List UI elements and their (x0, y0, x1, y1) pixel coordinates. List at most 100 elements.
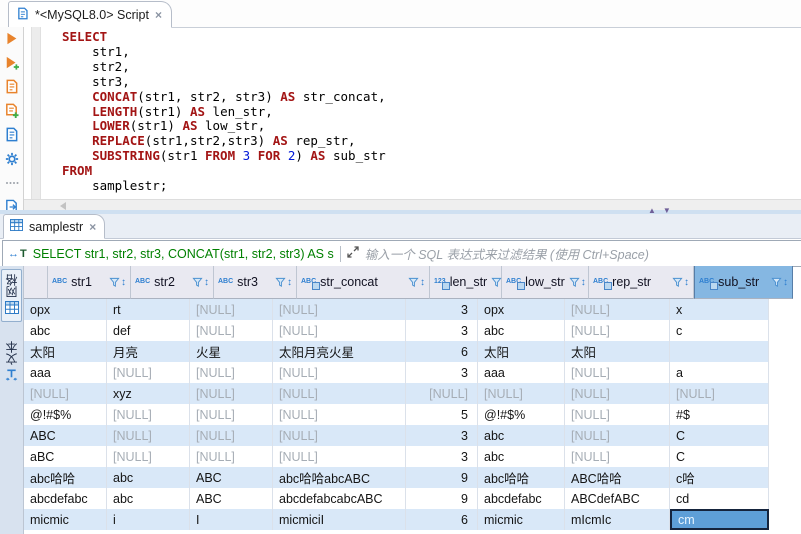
grid-cell-str1[interactable]: aBC (24, 446, 107, 467)
grid-cell-str_concat[interactable]: micmiciI (273, 509, 406, 530)
filter-sort-icon[interactable]: ↕ (672, 277, 689, 288)
grid-cell-str2[interactable]: abc (107, 467, 190, 488)
grid-cell-len_str[interactable]: 3 (406, 446, 478, 467)
column-header-sub_str[interactable]: ABC sub_str ↕ (694, 266, 793, 299)
grid-cell-low_str[interactable]: [NULL] (478, 383, 565, 404)
grid-cell-len_str[interactable]: 3 (406, 299, 478, 320)
column-header-len_str[interactable]: 123len_str↕ (430, 266, 508, 299)
filter-sort-icon[interactable]: ↕ (275, 277, 292, 288)
grid-cell-low_str[interactable]: 太阳 (478, 341, 565, 362)
grid-cell-str3[interactable]: ABC (190, 488, 273, 509)
grid-cell-low_str[interactable]: opx (478, 299, 565, 320)
grid-cell-low_str[interactable]: abc (478, 320, 565, 341)
grid-cell-str_concat[interactable]: [NULL] (273, 320, 406, 341)
filter-input[interactable]: 输入一个 SQL 表达式来过滤结果 (使用 Ctrl+Space) (365, 244, 649, 263)
grid-cell-str1[interactable]: ABC (24, 425, 107, 446)
grid-cell-str1[interactable]: 太阳 (24, 341, 107, 362)
grid-cell-rep_str[interactable]: [NULL] (565, 320, 670, 341)
grid-cell-str3[interactable]: [NULL] (190, 299, 273, 320)
grid-cell-sub_str[interactable]: [NULL] (670, 383, 769, 404)
filter-sort-icon[interactable]: ↕ (109, 277, 126, 288)
grid-cell-len_str[interactable]: 3 (406, 425, 478, 446)
grid-cell-str2[interactable]: 月亮 (107, 341, 190, 362)
grid-cell-str3[interactable]: ABC (190, 467, 273, 488)
scroll-left-icon[interactable] (60, 201, 66, 210)
grid-cell-str3[interactable]: [NULL] (190, 362, 273, 383)
column-header-low_str[interactable]: ABC low_str ↕ (502, 266, 589, 299)
grid-cell-sub_str[interactable]: c哈 (670, 467, 769, 488)
editor-tab[interactable]: *<MySQL8.0> Script × (8, 1, 172, 28)
grid-cell-str3[interactable]: [NULL] (190, 320, 273, 341)
grid-cell-str_concat[interactable]: [NULL] (273, 299, 406, 320)
grid-cell-str3[interactable]: [NULL] (190, 383, 273, 404)
filter-sort-icon[interactable]: ↕ (771, 277, 788, 288)
grid-cell-str_concat[interactable]: [NULL] (273, 425, 406, 446)
grid-cell-str2[interactable]: abc (107, 488, 190, 509)
grid-cell-rep_str[interactable]: [NULL] (565, 404, 670, 425)
filter-sort-icon[interactable]: ↕ (569, 277, 586, 288)
grid-cell-str1[interactable]: aaa (24, 362, 107, 383)
execute-statement-icon[interactable] (4, 31, 20, 46)
grid-cell-str_concat[interactable]: 太阳月亮火星 (273, 341, 406, 362)
grid-cell-len_str[interactable]: [NULL] (406, 383, 478, 404)
grid-cell-str3[interactable]: 火星 (190, 341, 273, 362)
grid-cell-str1[interactable]: abc (24, 320, 107, 341)
grid-cell-rep_str[interactable]: ABCdefABC (565, 488, 670, 509)
grid-cell-len_str[interactable]: 3 (406, 320, 478, 341)
grid-cell-low_str[interactable]: @!#$% (478, 404, 565, 425)
column-header-str3[interactable]: ABC str3 ↕ (214, 266, 297, 299)
grid-cell-len_str[interactable]: 6 (406, 341, 478, 362)
grid-cell-str_concat[interactable]: abc哈哈abcABC (273, 467, 406, 488)
grid-cell-sub_str[interactable] (670, 341, 769, 362)
grid-cell-low_str[interactable]: abc哈哈 (478, 467, 565, 488)
column-header-str1[interactable]: ABC str1 ↕ (48, 266, 131, 299)
column-header-str2[interactable]: ABC str2 ↕ (131, 266, 214, 299)
grid-cell-str2[interactable]: def (107, 320, 190, 341)
grid-cell-len_str[interactable]: 5 (406, 404, 478, 425)
grid-cell-len_str[interactable]: 3 (406, 362, 478, 383)
column-header-rep_str[interactable]: ABC rep_str ↕ (589, 266, 694, 299)
grid-cell-str1[interactable]: opx (24, 299, 107, 320)
grid-cell-low_str[interactable]: aaa (478, 362, 565, 383)
grid-cell-rep_str[interactable]: ABC哈哈 (565, 467, 670, 488)
grid-cell-rep_str[interactable]: mIcmIc (565, 509, 670, 530)
grid-cell-str_concat[interactable]: abcdefabcabcABC (273, 488, 406, 509)
grid-cell-str2[interactable]: xyz (107, 383, 190, 404)
grid-cell-sub_str[interactable]: a (670, 362, 769, 383)
grid-cell-sub_str[interactable]: x (670, 299, 769, 320)
close-icon[interactable]: × (89, 220, 96, 234)
execute-script-icon[interactable] (4, 79, 20, 94)
grid-cell-sub_str[interactable]: cm (670, 509, 769, 530)
grid-cell-str_concat[interactable]: [NULL] (273, 362, 406, 383)
grid-cell-str3[interactable]: [NULL] (190, 446, 273, 467)
grid-cell-sub_str[interactable]: c (670, 320, 769, 341)
grid-cell-sub_str[interactable]: cd (670, 488, 769, 509)
grid-cell-sub_str[interactable]: C (670, 446, 769, 467)
sql-editor[interactable]: SELECT str1, str2, str3, CONCAT(str1, st… (62, 29, 782, 198)
row-number-header[interactable] (24, 266, 48, 299)
grid-cell-len_str[interactable]: 9 (406, 467, 478, 488)
grid-cell-sub_str[interactable]: C (670, 425, 769, 446)
grid-cell-str3[interactable]: I (190, 509, 273, 530)
grid-cell-low_str[interactable]: abc (478, 446, 565, 467)
grid-cell-str2[interactable]: [NULL] (107, 446, 190, 467)
grid-cell-low_str[interactable]: abc (478, 425, 565, 446)
grid-cell-rep_str[interactable]: [NULL] (565, 446, 670, 467)
column-header-str_concat[interactable]: ABC str_concat ↕ (297, 266, 430, 299)
grid-cell-str2[interactable]: [NULL] (107, 404, 190, 425)
grid-cell-str2[interactable]: i (107, 509, 190, 530)
grid-cell-rep_str[interactable]: 太阳 (565, 341, 670, 362)
filter-sort-icon[interactable]: ↕ (408, 277, 425, 288)
grid-cell-str_concat[interactable]: [NULL] (273, 404, 406, 425)
grid-cell-rep_str[interactable]: [NULL] (565, 425, 670, 446)
grid-cell-rep_str[interactable]: [NULL] (565, 299, 670, 320)
close-icon[interactable]: × (155, 8, 162, 22)
grid-cell-str1[interactable]: micmic (24, 509, 107, 530)
grid-cell-low_str[interactable]: abcdefabc (478, 488, 565, 509)
grid-cell-str2[interactable]: [NULL] (107, 425, 190, 446)
results-tab[interactable]: samplestr × (3, 214, 106, 239)
execute-script-new-tab-icon[interactable] (4, 103, 20, 118)
grid-cell-str_concat[interactable]: [NULL] (273, 446, 406, 467)
filter-sort-icon[interactable]: ↕ (192, 277, 209, 288)
grid-cell-len_str[interactable]: 9 (406, 488, 478, 509)
